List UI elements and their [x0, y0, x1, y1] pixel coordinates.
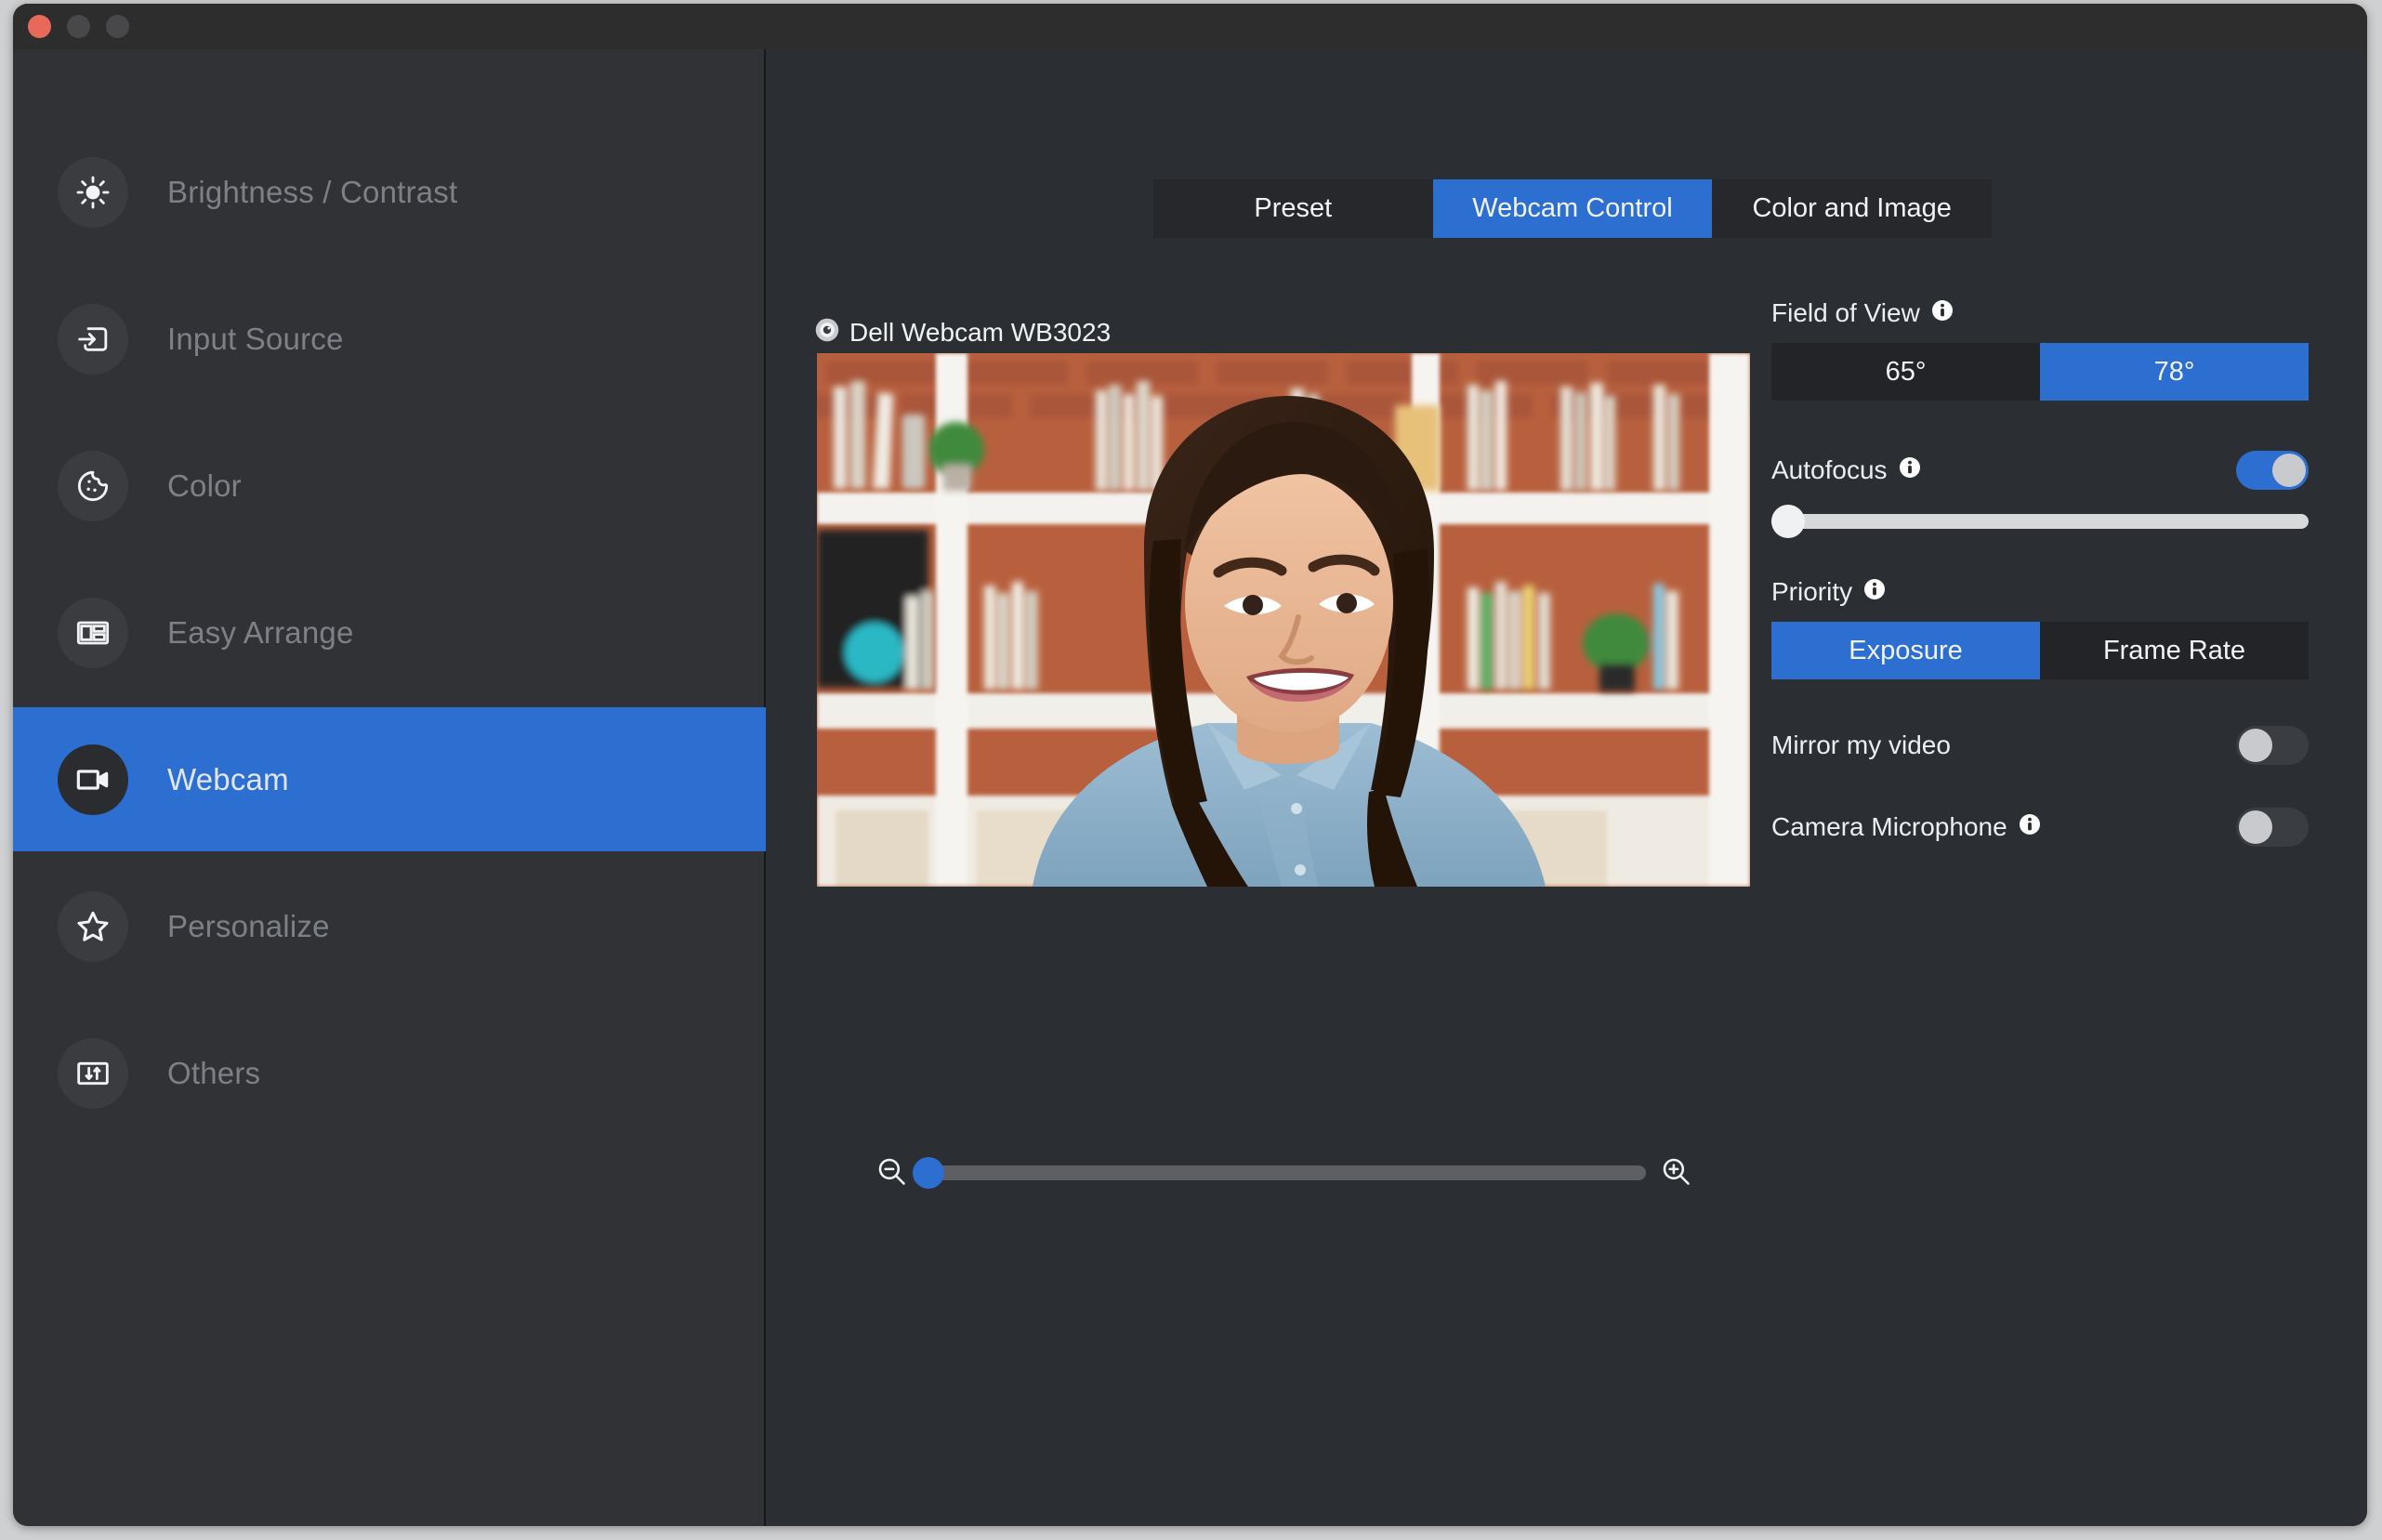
field-of-view-label: Field of View — [1771, 298, 1920, 327]
preview-image — [817, 353, 1750, 887]
zoom-slider-track[interactable] — [913, 1157, 1646, 1189]
camera-microphone-label: Camera Microphone — [1771, 812, 2007, 841]
toggle-knob — [2239, 729, 2272, 762]
focus-slider-thumb[interactable] — [1771, 505, 1805, 538]
autofocus-label: Autofocus — [1771, 455, 1888, 484]
sidebar-item-easy-arrange[interactable]: Easy Arrange — [13, 560, 766, 704]
app-window: Brightness / Contrast Input Source Color… — [13, 4, 2367, 1526]
camera-microphone-row: Camera Microphone — [1771, 808, 2309, 847]
zoom-in-icon[interactable] — [1659, 1154, 1692, 1192]
sidebar-item-personalize[interactable]: Personalize — [13, 854, 766, 998]
tab-webcam-control[interactable]: Webcam Control — [1432, 179, 1713, 238]
sidebar-item-label: Brightness / Contrast — [167, 174, 458, 209]
focus-slider-track[interactable] — [1771, 505, 2309, 538]
field-of-view-label-row: Field of View — [1771, 298, 2309, 328]
webcam-controls: Field of View 65° 78° Autofocus Priority… — [1771, 298, 2309, 847]
sidebar-item-label: Webcam — [167, 761, 289, 796]
priority-option-exposure[interactable]: Exposure — [1771, 622, 2040, 679]
zoom-out-icon[interactable] — [875, 1154, 908, 1192]
sidebar-item-brightness-contrast[interactable]: Brightness / Contrast — [13, 120, 766, 264]
sidebar-item-input-source[interactable]: Input Source — [13, 267, 766, 411]
priority-segmented-control: Exposure Frame Rate — [1771, 622, 2309, 679]
sidebar-item-color[interactable]: Color — [13, 414, 766, 558]
autofocus-toggle[interactable] — [2236, 451, 2309, 490]
close-window-button[interactable] — [28, 15, 51, 38]
autofocus-row: Autofocus — [1771, 451, 2309, 490]
device-row: Dell Webcam WB3023 — [814, 317, 1111, 348]
priority-label: Priority — [1771, 577, 1853, 606]
color-palette-icon — [58, 450, 128, 521]
easy-arrange-icon — [58, 597, 128, 668]
sidebar-item-webcam[interactable]: Webcam — [13, 707, 766, 851]
field-of-view-segmented-control: 65° 78° — [1771, 343, 2309, 401]
info-icon[interactable] — [2019, 812, 2041, 842]
webcam-preview — [817, 353, 1750, 887]
device-name: Dell Webcam WB3023 — [849, 317, 1112, 347]
tab-bar: Preset Webcam Control Color and Image — [1153, 179, 1992, 238]
titlebar — [13, 4, 2367, 49]
main-panel: Preset Webcam Control Color and Image De… — [768, 49, 2367, 1526]
camera-microphone-label-row: Camera Microphone — [1771, 812, 2041, 842]
sidebar-item-label: Input Source — [167, 321, 344, 356]
priority-label-row: Priority — [1771, 577, 2309, 607]
camera-microphone-toggle[interactable] — [2236, 808, 2309, 847]
star-icon — [58, 890, 128, 962]
mirror-my-video-row: Mirror my video — [1771, 726, 2309, 765]
zoom-slider-row — [875, 1150, 1692, 1196]
webcam-icon — [58, 744, 128, 815]
sidebar: Brightness / Contrast Input Source Color… — [13, 49, 766, 1526]
sidebar-item-label: Easy Arrange — [167, 614, 354, 650]
sidebar-item-label: Color — [167, 467, 242, 503]
toggle-knob — [2272, 454, 2306, 487]
sliders-icon — [58, 1037, 128, 1109]
toggle-knob — [2239, 810, 2272, 844]
minimize-window-button[interactable] — [67, 15, 90, 38]
autofocus-label-row: Autofocus — [1771, 455, 1921, 485]
sidebar-item-label: Others — [167, 1055, 261, 1090]
brightness-icon — [58, 156, 128, 228]
info-icon[interactable] — [1931, 298, 1954, 328]
zoom-slider-thumb[interactable] — [913, 1157, 944, 1189]
mirror-my-video-label: Mirror my video — [1771, 731, 1951, 759]
tab-color-and-image[interactable]: Color and Image — [1712, 179, 1992, 238]
mirror-my-video-label-row: Mirror my video — [1771, 731, 1951, 760]
camera-lens-icon — [814, 317, 840, 348]
input-source-icon — [58, 303, 128, 375]
fov-option-65[interactable]: 65° — [1771, 343, 2040, 401]
fov-option-78[interactable]: 78° — [2040, 343, 2309, 401]
tab-preset[interactable]: Preset — [1153, 179, 1433, 238]
info-icon[interactable] — [1899, 455, 1921, 485]
maximize-window-button[interactable] — [106, 15, 129, 38]
priority-option-frame-rate[interactable]: Frame Rate — [2040, 622, 2309, 679]
sidebar-item-others[interactable]: Others — [13, 1001, 766, 1145]
info-icon[interactable] — [1863, 577, 1886, 607]
mirror-my-video-toggle[interactable] — [2236, 726, 2309, 765]
sidebar-item-label: Personalize — [167, 908, 330, 943]
